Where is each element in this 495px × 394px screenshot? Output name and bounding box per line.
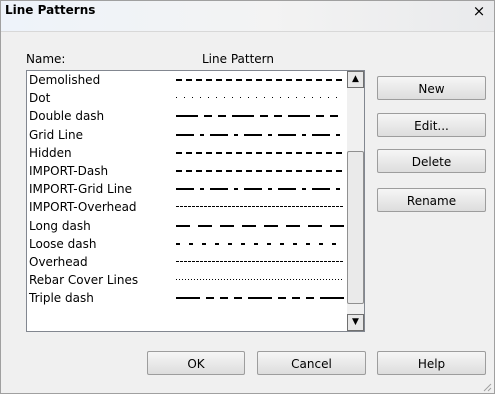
ok-button[interactable]: OK <box>147 351 245 375</box>
scroll-down-icon[interactable]: ▼ <box>347 314 364 331</box>
pattern-preview <box>176 206 344 208</box>
line-patterns-dialog: Line Patterns × Name: Line Pattern Demol… <box>0 0 495 394</box>
list-item[interactable]: Demolished <box>29 71 345 89</box>
pattern-name: Long dash <box>29 218 91 233</box>
pattern-name: Hidden <box>29 145 72 160</box>
line-pattern-rows: Demolished Dot Double dash Grid Line Hidden I… <box>27 71 345 329</box>
pattern-preview <box>176 151 344 154</box>
scrollbar-thumb[interactable] <box>347 151 364 304</box>
help-button[interactable]: Help <box>377 351 486 375</box>
pattern-name: Rebar Cover Lines <box>29 273 139 288</box>
pattern-name: IMPORT-Overhead <box>29 200 137 215</box>
pattern-name: IMPORT-Grid Line <box>29 182 133 197</box>
rename-button[interactable]: Rename <box>377 188 486 212</box>
pattern-name: IMPORT-Dash <box>29 164 109 178</box>
name-column-header: Name: <box>26 52 66 66</box>
edit-button[interactable]: Edit... <box>377 113 486 137</box>
list-item[interactable]: Loose dash <box>29 235 345 253</box>
list-item[interactable]: Double dash <box>29 107 345 125</box>
pattern-preview <box>176 224 344 227</box>
list-item[interactable]: Dot <box>29 89 345 107</box>
pattern-name: Demolished <box>29 73 101 87</box>
pattern-column-header: Line Pattern <box>202 52 274 66</box>
pattern-preview <box>176 133 344 136</box>
pattern-preview <box>176 279 344 281</box>
line-pattern-list[interactable]: Demolished Dot Double dash Grid Line Hidden I… <box>26 70 365 332</box>
list-item[interactable]: Overhead <box>29 253 345 271</box>
list-item[interactable]: Triple dash <box>29 289 345 307</box>
pattern-preview <box>176 188 344 191</box>
pattern-preview <box>176 170 344 172</box>
list-item[interactable]: Grid Line <box>29 126 345 144</box>
pattern-preview <box>176 297 344 300</box>
cancel-button[interactable]: Cancel <box>257 351 366 375</box>
vertical-scrollbar[interactable]: ▲ ▼ <box>347 71 364 331</box>
list-item[interactable]: Long dash <box>29 217 345 235</box>
pattern-name: Overhead <box>29 255 88 269</box>
title-bar: Line Patterns × <box>1 1 494 32</box>
pattern-name: Grid Line <box>29 127 84 142</box>
pattern-preview <box>176 97 344 99</box>
new-button[interactable]: New <box>377 76 486 100</box>
resize-grip-icon[interactable] <box>480 380 492 392</box>
pattern-name: Loose dash <box>29 236 97 251</box>
list-item[interactable]: IMPORT-Grid Line <box>29 180 345 198</box>
close-icon[interactable]: × <box>471 3 487 19</box>
pattern-name: Double dash <box>29 109 105 124</box>
scroll-up-icon[interactable]: ▲ <box>347 71 364 88</box>
list-item[interactable]: Hidden <box>29 144 345 162</box>
pattern-preview <box>176 242 344 245</box>
pattern-preview <box>176 261 344 262</box>
pattern-name: Triple dash <box>29 291 94 306</box>
delete-button[interactable]: Delete <box>377 149 486 173</box>
pattern-name: Dot <box>29 91 51 106</box>
pattern-preview <box>176 79 344 81</box>
list-item[interactable]: IMPORT-Dash <box>29 162 345 180</box>
list-item[interactable]: IMPORT-Overhead <box>29 198 345 216</box>
list-item[interactable]: Rebar Cover Lines <box>29 271 345 289</box>
dialog-title: Line Patterns <box>5 3 96 17</box>
pattern-preview <box>176 115 344 118</box>
